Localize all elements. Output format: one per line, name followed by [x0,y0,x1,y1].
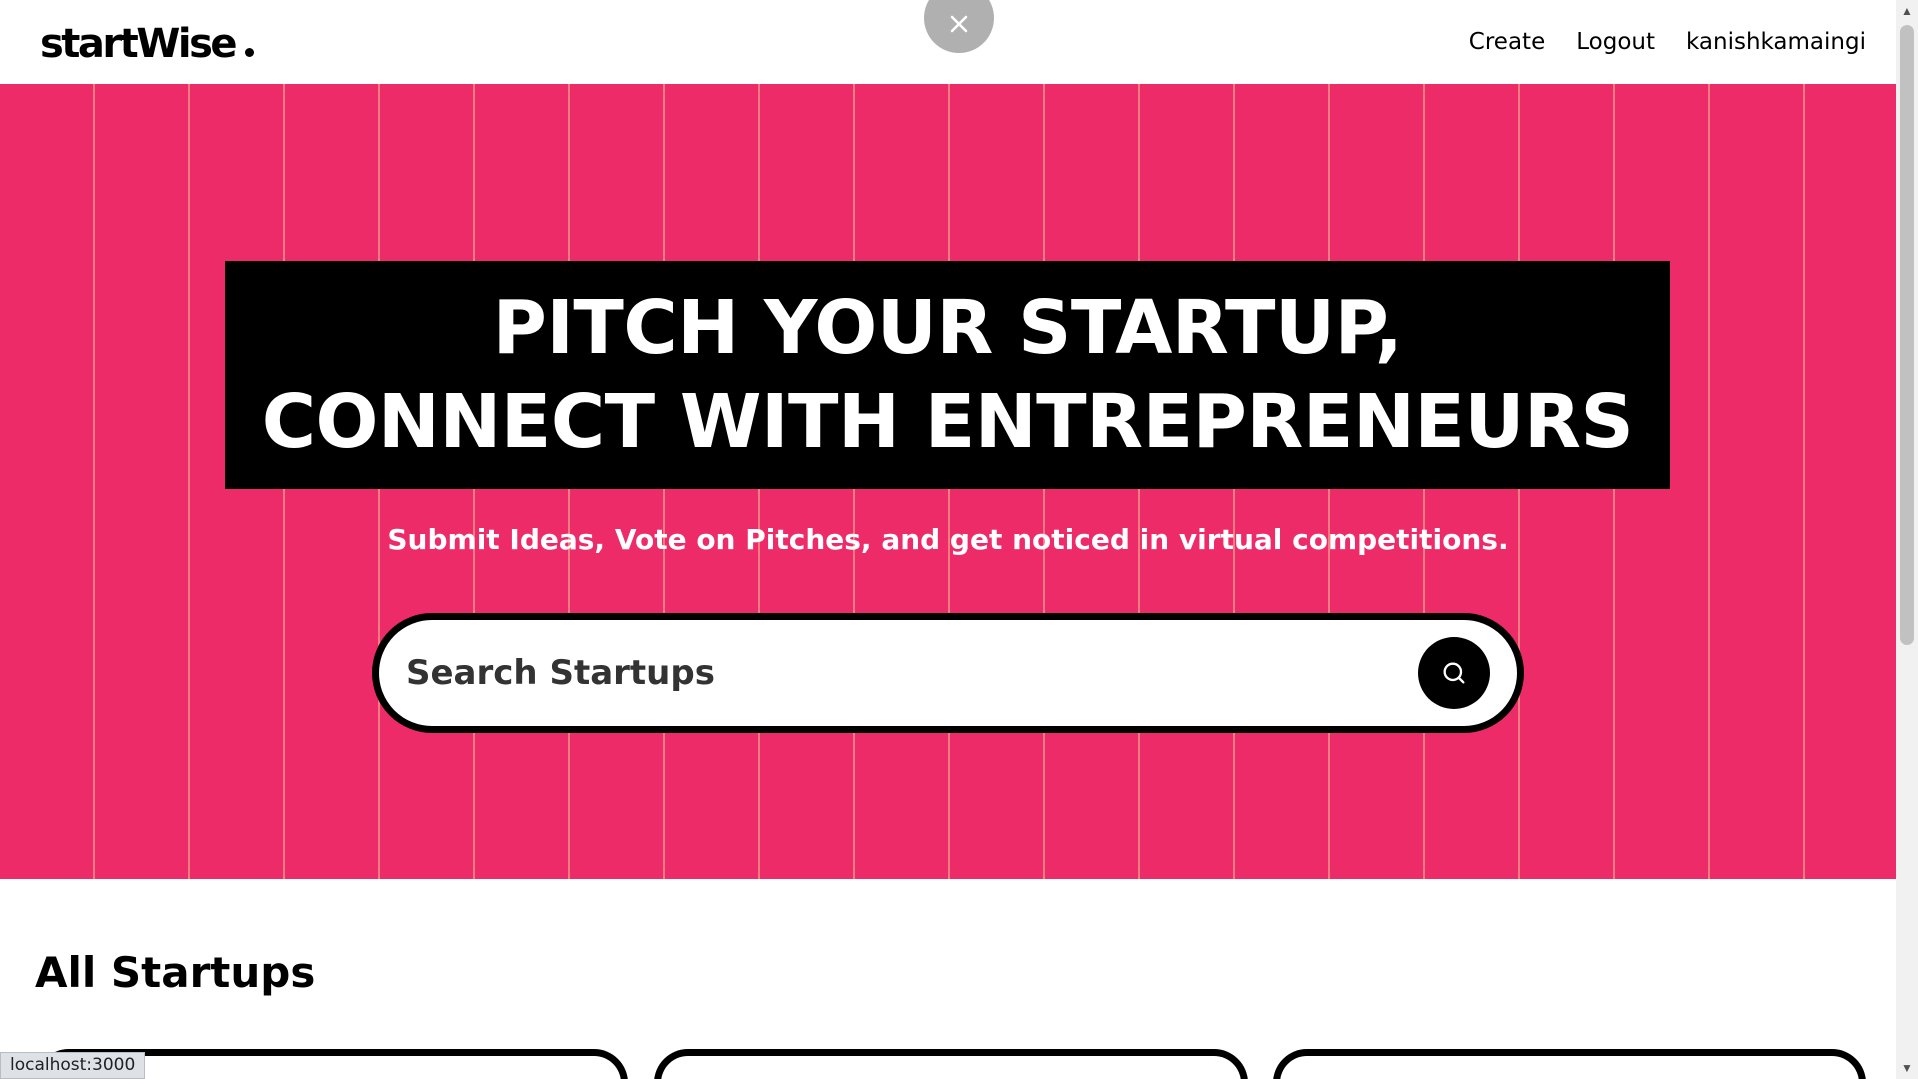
hero-headline-line-2: CONNECT WITH ENTREPRENEURS [261,379,1634,465]
startup-card[interactable] [654,1049,1248,1079]
hero-subheading: Submit Ideas, Vote on Pitches, and get n… [387,523,1509,556]
nav-user-profile-link[interactable]: kanishkamaingi [1686,26,1866,58]
logo-text: startWise [40,21,238,67]
search-input[interactable] [406,638,1386,708]
scrollbar-thumb[interactable] [1900,25,1914,645]
scroll-up-arrow-icon[interactable]: ▲ [1896,0,1918,22]
search-form [372,613,1524,733]
logo-dot [245,48,255,57]
nav-create-link[interactable]: Create [1469,26,1545,58]
search-button[interactable] [1418,637,1490,709]
hero-headline: PITCH YOUR STARTUP, CONNECT WITH ENTREPR… [225,261,1670,489]
all-startups-heading: All Startups [35,948,316,997]
hero-headline-line-1: PITCH YOUR STARTUP, [492,285,1403,371]
search-icon [1440,659,1468,687]
logo[interactable]: startWise [40,18,255,70]
close-icon [947,12,971,36]
hero-section: PITCH YOUR STARTUP, CONNECT WITH ENTREPR… [0,84,1896,879]
nav-links: Create Logout kanishkamaingi [1469,26,1866,58]
status-bar-url: localhost:3000 [0,1052,146,1079]
vertical-scrollbar[interactable]: ▲ ▼ [1896,0,1918,1079]
page: startWise Create Logout kanishkamaingi P… [0,0,1896,1079]
nav-logout-link[interactable]: Logout [1576,26,1655,58]
scroll-down-arrow-icon[interactable]: ▼ [1896,1057,1918,1079]
startup-card[interactable] [1273,1049,1866,1079]
